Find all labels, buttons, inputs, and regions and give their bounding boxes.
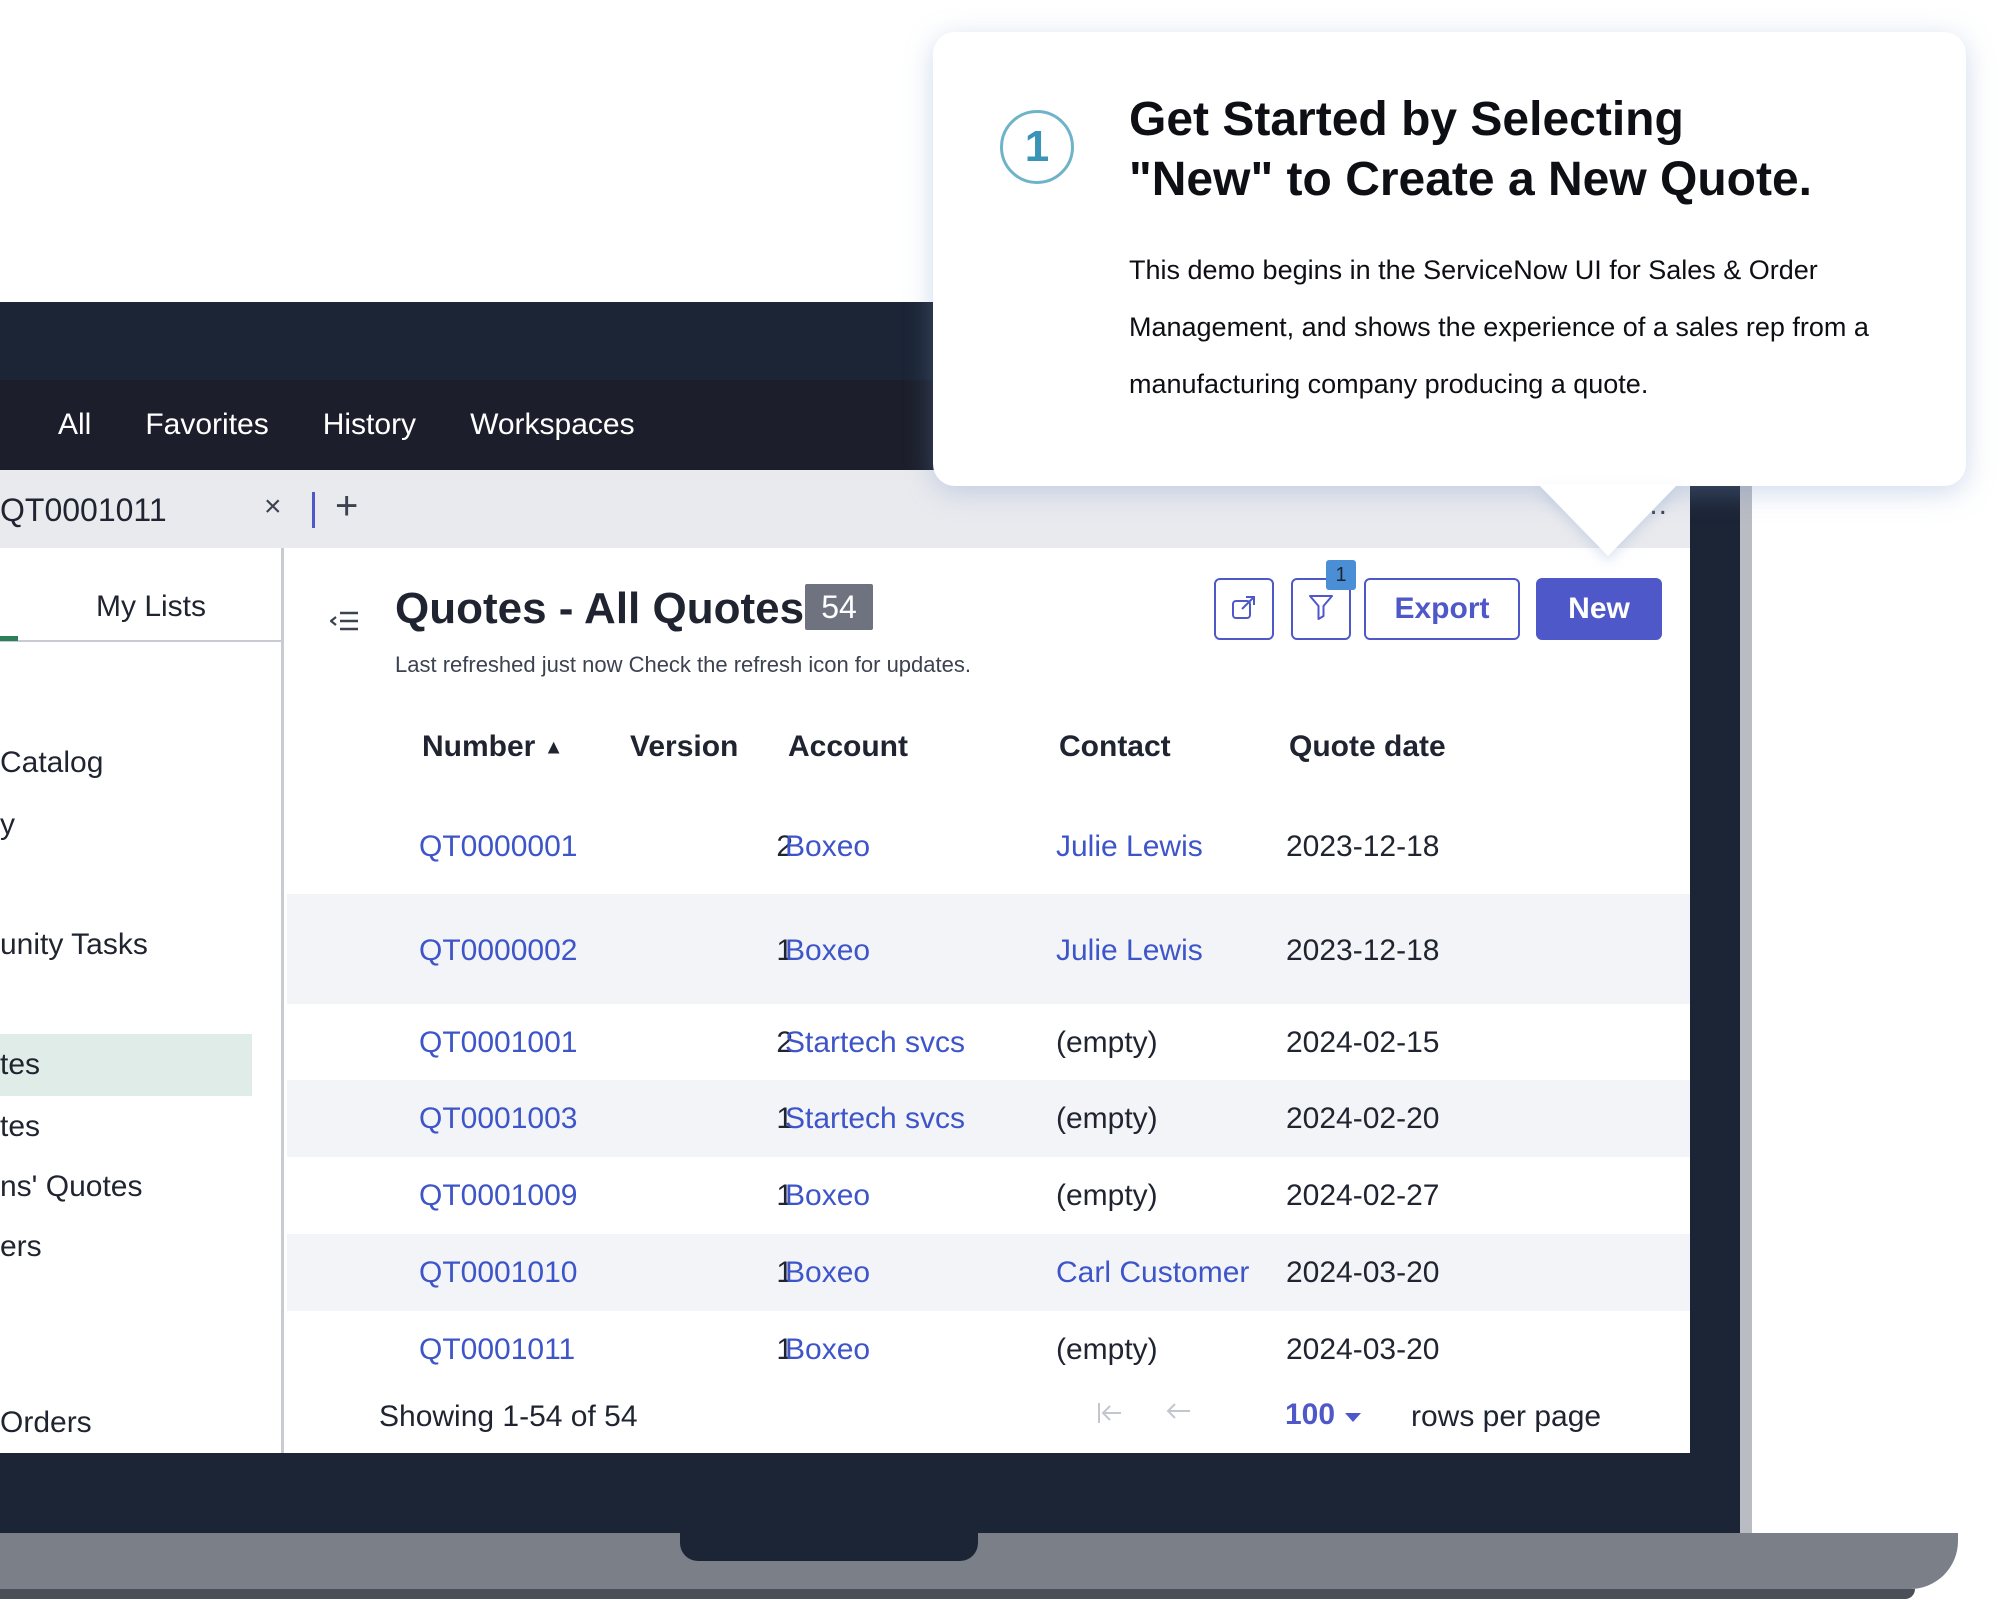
export-button[interactable]: Export [1364,578,1520,640]
filter-count-badge: 1 [1326,560,1356,590]
rows-per-page-label: rows per page [1411,1400,1602,1433]
quote-number-link[interactable]: QT0001011 [419,1333,575,1367]
sidebar-item[interactable]: y [0,808,15,842]
record-count-badge: 54 [805,584,873,630]
account-link[interactable]: Boxeo [785,1333,870,1367]
sidebar: My Lists Catalog y unity Tasks tes tes n… [0,548,284,1453]
add-tab-icon[interactable]: + [335,484,358,529]
nav-item-all[interactable]: All [58,408,91,442]
rows-per-page-select[interactable]: 100 [1285,1398,1363,1432]
account-link[interactable]: Startech svcs [785,1026,965,1060]
quote-number-link[interactable]: QT0001001 [419,1026,577,1060]
quote-date-cell: 2023-12-18 [1286,934,1440,967]
column-header-quote-date[interactable]: Quote date [1289,730,1446,764]
tab-quote-record[interactable]: QT0001011 [0,492,167,529]
step-number-badge: 1 [1000,110,1074,184]
callout-title: Get Started by Selecting "New" to Create… [1129,90,1929,210]
sidebar-item[interactable]: ers [0,1230,42,1264]
nav-item-favorites[interactable]: Favorites [145,408,268,442]
contact-empty-cell: (empty) [1056,1026,1158,1059]
laptop-screen-edge [1740,302,1752,1535]
quote-date-cell: 2024-03-20 [1286,1256,1440,1289]
table-row[interactable]: QT0001003 1 Startech svcs (empty) 2024-0… [287,1080,1690,1157]
quote-number-link[interactable]: QT0001010 [419,1256,577,1290]
filter-icon [1308,593,1334,626]
nav-item-history[interactable]: History [323,408,416,442]
close-icon[interactable]: × [264,490,282,524]
quote-number-link[interactable]: QT0001003 [419,1102,577,1136]
table-row[interactable]: QT0000002 1 Boxeo Julie Lewis 2023-12-18 [287,894,1690,1004]
account-link[interactable]: Boxeo [785,1179,870,1213]
sidebar-item[interactable]: Catalog [0,746,103,780]
callout-title-line: "New" to Create a New Quote. [1129,153,1812,206]
tab-divider [312,492,315,528]
callout-pointer [1538,484,1678,556]
sidebar-item[interactable]: Orders [0,1406,92,1440]
column-header-account[interactable]: Account [788,730,908,764]
column-header-label: Number [422,730,536,763]
laptop-notch [680,1533,978,1561]
sort-ascending-icon: ▲ [543,736,564,759]
column-header-version[interactable]: Version [630,730,738,764]
last-refreshed-text: Last refreshed just now Check the refres… [395,652,971,677]
account-link[interactable]: Boxeo [785,934,870,968]
list-collapse-icon[interactable] [329,608,360,639]
quote-date-cell: 2024-02-20 [1286,1102,1440,1135]
nav-item-workspaces[interactable]: Workspaces [470,408,635,442]
share-button[interactable] [1214,578,1274,640]
account-link[interactable]: Boxeo [785,1256,870,1290]
new-button[interactable]: New [1536,578,1662,640]
quote-date-cell: 2024-02-15 [1286,1026,1440,1059]
quote-date-cell: 2024-03-20 [1286,1333,1440,1366]
contact-empty-cell: (empty) [1056,1179,1158,1212]
laptop-base [0,1533,1958,1589]
previous-page-icon[interactable] [1163,1396,1193,1434]
rows-per-page-value: 100 [1285,1398,1336,1431]
sidebar-item[interactable]: unity Tasks [0,928,148,962]
sidebar-tab-indicator [0,636,18,641]
sidebar-item[interactable]: tes [0,1110,40,1144]
table-header: Number ▲ Version Account Contact Quote d… [287,698,1690,798]
table-row[interactable]: QT0001009 1 Boxeo (empty) 2024-02-27 [287,1157,1690,1234]
laptop-base-shadow [0,1589,1915,1599]
contact-link[interactable]: Julie Lewis [1056,934,1203,968]
contact-empty-cell: (empty) [1056,1333,1158,1366]
chevron-down-icon [1343,1398,1363,1431]
account-link[interactable]: Startech svcs [785,1102,965,1136]
sidebar-item[interactable]: ns' Quotes [0,1170,142,1204]
column-header-contact[interactable]: Contact [1059,730,1171,764]
table-footer: Showing 1-54 of 54 100 rows per page [287,1370,1690,1453]
contact-link[interactable]: Julie Lewis [1056,830,1203,864]
quote-number-link[interactable]: QT0001009 [419,1179,577,1213]
contact-empty-cell: (empty) [1056,1102,1158,1135]
sidebar-tab-header: My Lists [0,548,281,642]
quote-number-link[interactable]: QT0000002 [419,934,577,968]
sidebar-item-label: tes [0,1048,41,1081]
table-row[interactable]: QT0001001 2 Startech svcs (empty) 2024-0… [287,1004,1690,1080]
quote-date-cell: 2024-02-27 [1286,1179,1440,1212]
column-header-number[interactable]: Number ▲ [422,730,564,764]
quote-number-link[interactable]: QT0000001 [419,830,577,864]
page-title: Quotes - All Quotes [395,584,805,633]
share-icon [1230,593,1258,626]
main-content: My Lists Catalog y unity Tasks tes tes n… [0,548,1690,1453]
callout-title-line: Get Started by Selecting [1129,93,1684,146]
contact-link[interactable]: Carl Customer [1056,1256,1249,1290]
account-link[interactable]: Boxeo [785,830,870,864]
tab-my-lists[interactable]: My Lists [96,590,206,624]
table-row[interactable]: QT0001010 1 Boxeo Carl Customer 2024-03-… [287,1234,1690,1311]
table-row[interactable]: QT0000001 2 Boxeo Julie Lewis 2023-12-18 [287,798,1690,894]
pagination-summary: Showing 1-54 of 54 [379,1400,638,1433]
sidebar-item-active[interactable]: tes [0,1034,252,1096]
quote-date-cell: 2023-12-18 [1286,830,1440,863]
callout-body: This demo begins in the ServiceNow UI fo… [1129,255,1869,399]
first-page-icon[interactable] [1095,1398,1125,1436]
